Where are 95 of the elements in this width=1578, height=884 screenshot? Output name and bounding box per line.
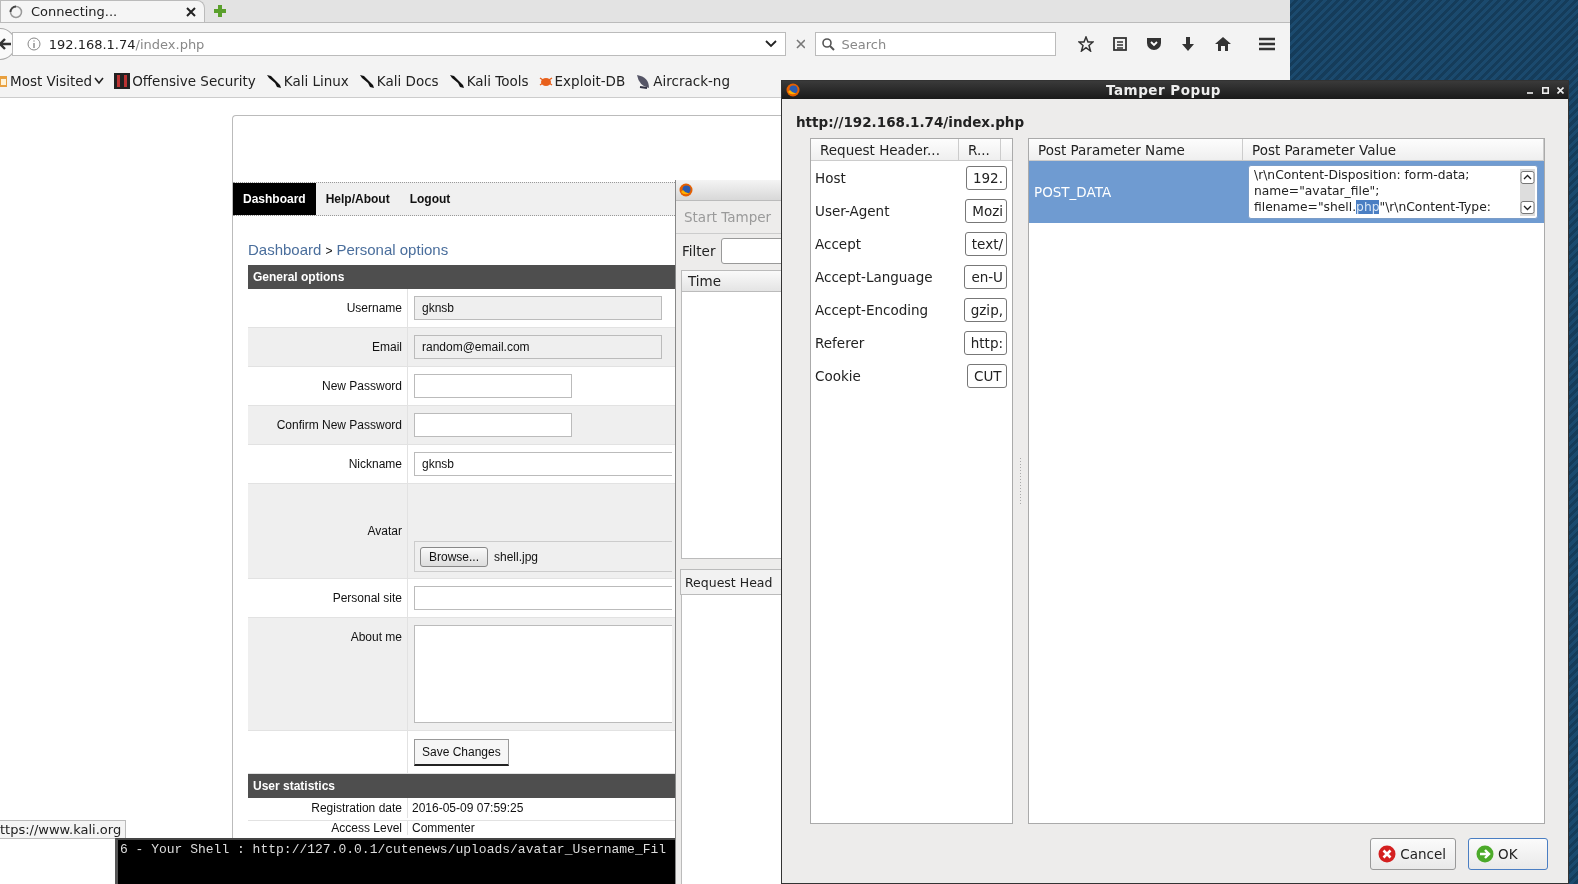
field-label: About me (350, 630, 402, 644)
field-label: Username (346, 301, 402, 315)
stop-icon[interactable] (795, 39, 806, 49)
reading-list-icon[interactable] (1112, 36, 1128, 52)
value-text-area[interactable]: \r\nContent-Disposition: form-data; name="avatar_file"; filename="shell.php"\r\nContent-Type: (1248, 165, 1538, 219)
splitter-handle[interactable] (1019, 458, 1022, 504)
folder-icon (0, 74, 8, 88)
column-header[interactable]: R... (959, 139, 1001, 160)
header-name: Host (815, 169, 847, 186)
search-icon (822, 37, 836, 51)
arrow-right-icon (1476, 845, 1494, 863)
input-field[interactable] (414, 374, 572, 398)
header-name: User-Agent (815, 202, 891, 219)
maximize-icon[interactable] (1542, 86, 1549, 94)
browse-button[interactable]: Browse... (420, 546, 488, 567)
scrollbar[interactable] (1520, 169, 1535, 216)
tab[interactable]: Request Head (680, 569, 781, 595)
nav-tab[interactable]: Dashboard (233, 183, 316, 215)
status-url: ttps://www.kali.org (0, 820, 127, 839)
chevron-icon (94, 77, 105, 85)
column-header[interactable]: Request Header... (811, 139, 959, 160)
save-button[interactable]: Save Changes (414, 738, 509, 766)
header-name: Referer (815, 334, 866, 351)
parameter-name: POST_DATA (1034, 184, 1112, 200)
nav-tab[interactable]: Help/About (315, 183, 400, 215)
terminal-line: 6 - Your Shell : http://127.0.0.1/cutenews/uploads/avatar_Username_Fil (119, 841, 668, 857)
field-label: New Password (321, 379, 402, 393)
column-header[interactable]: Time (682, 271, 781, 292)
window-title: Tamper Popup (1105, 82, 1222, 98)
browser-tab[interactable]: Connecting... (0, 0, 205, 22)
table-row[interactable]: POST_DATA \r\nContent-Disposition: form-data; name="avatar_file"; filename="shell.php"\r\nContent-Type: (1029, 161, 1544, 223)
plus-icon[interactable] (213, 4, 227, 18)
bookmark[interactable]: Exploit-DB (538, 73, 626, 89)
star-icon[interactable] (1078, 36, 1094, 52)
bookmark[interactable]: Kali Docs (358, 73, 439, 89)
spinner-icon (9, 4, 23, 19)
download-icon[interactable] (1180, 36, 1196, 52)
header-value-field[interactable]: Mozi (965, 198, 1007, 223)
bookmark[interactable]: Kali Linux (265, 73, 349, 89)
breadcrumb-link[interactable]: Personal options (336, 241, 449, 258)
field-label: Personal site (332, 591, 402, 605)
dropdown-icon[interactable] (764, 40, 777, 48)
breadcrumb-separator: > (325, 244, 333, 258)
header-value-field[interactable]: 192. (965, 165, 1007, 190)
address-field[interactable]: 192.168.1.74/index.php (11, 32, 786, 56)
input-field[interactable] (414, 586, 672, 610)
header-name: Accept-Language (815, 268, 934, 285)
column-header[interactable]: Post Parameter Name (1029, 139, 1243, 160)
menu-icon[interactable] (1258, 36, 1276, 52)
close-icon[interactable] (186, 6, 196, 17)
input-field[interactable]: gknsb (414, 452, 672, 476)
cancel-button[interactable]: Cancel (1370, 838, 1456, 870)
ok-button[interactable]: OK (1468, 838, 1548, 870)
search-field[interactable]: Search (815, 32, 1056, 56)
bookmark[interactable]: Kali Tools (448, 73, 529, 89)
input-field[interactable] (414, 413, 572, 437)
header-name: Accept (815, 235, 862, 252)
header-name: Cookie (815, 367, 862, 384)
column-header[interactable]: Post Parameter Value (1243, 139, 1544, 160)
filter-field[interactable] (721, 238, 781, 264)
back-arrow-icon (0, 37, 12, 51)
header-value-field[interactable]: CUT (967, 363, 1007, 388)
header-value-field[interactable]: en-U (964, 264, 1007, 289)
field-label: Avatar (367, 524, 402, 538)
cancel-icon (1378, 845, 1397, 863)
field-label: Confirm New Password (276, 418, 402, 432)
filter-label: Filter (682, 243, 716, 259)
field-label: Nickname (348, 457, 402, 471)
input-field[interactable]: random@email.com (414, 335, 662, 359)
field-value: Commenter (412, 821, 475, 835)
field-label: Access Level (331, 821, 402, 835)
breadcrumb-link[interactable]: Dashboard (248, 241, 322, 258)
field-label: Registration date (311, 800, 402, 817)
bookmark[interactable]: Most Visited (0, 73, 105, 89)
firefox-icon (679, 183, 693, 197)
header-name: Accept-Encoding (815, 301, 930, 318)
bookmark[interactable]: Offensive Security (114, 73, 256, 89)
nav-tab[interactable]: Logout (399, 183, 461, 215)
logo-icon (114, 73, 131, 89)
field-label: Email (372, 340, 402, 354)
info-icon (26, 37, 41, 51)
pocket-icon[interactable] (1146, 36, 1162, 52)
request-url: http://192.168.1.74/index.php (796, 114, 1026, 132)
bug-icon (538, 75, 553, 87)
input-field[interactable]: gknsb (414, 296, 662, 320)
firefox-icon (786, 83, 800, 97)
scroll-up-icon[interactable] (1520, 171, 1535, 184)
header-value-field[interactable]: http: (963, 330, 1007, 355)
bookmark[interactable]: Aircrack-ng (635, 73, 730, 89)
file-field[interactable]: Browse... shell.jpg (414, 541, 672, 572)
header-value-field[interactable]: text/ (964, 231, 1007, 256)
header-value-field[interactable]: gzip, (963, 297, 1007, 322)
scroll-down-icon[interactable] (1520, 201, 1535, 214)
field-value: 2016-05-09 07:59:25 (412, 800, 524, 817)
home-icon[interactable] (1214, 36, 1232, 52)
